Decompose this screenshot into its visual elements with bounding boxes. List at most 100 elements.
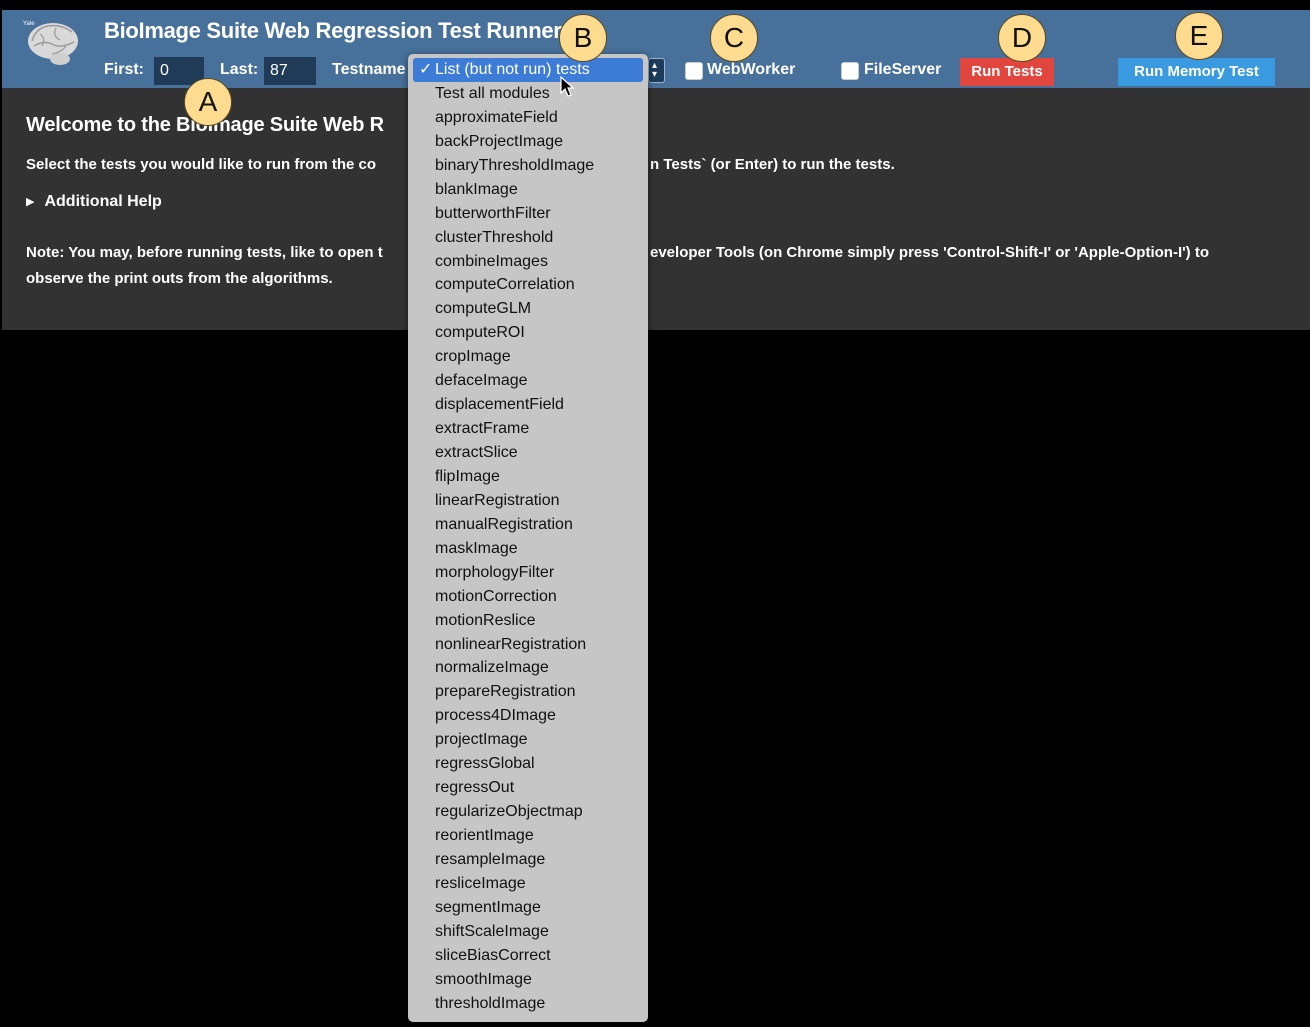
dropdown-option-label: reorientImage [435,827,534,844]
dropdown-option[interactable]: linearRegistration [408,489,648,513]
note-text-line2: observe the print outs from the algorith… [26,270,333,287]
dropdown-option-label: regressOut [435,779,515,797]
dropdown-option-label: combineImages [435,252,548,270]
annotation-badge-b: B [559,14,607,62]
dropdown-option[interactable]: regressGlobal [408,752,648,776]
dropdown-option-label: prepareRegistration [435,683,576,701]
intro-text-left: Select the tests you would like to run f… [26,156,377,173]
annotation-badge-a: A [184,78,232,126]
dropdown-option-label: defaceImage [435,372,528,390]
dropdown-option[interactable]: computeROI [408,321,648,345]
dropdown-option-label: shiftScaleImage [435,922,549,940]
webworker-checkbox[interactable] [685,62,703,80]
dropdown-option[interactable]: computeGLM [408,297,648,321]
dropdown-option-label: butterworthFilter [435,204,551,222]
dropdown-option[interactable]: clusterThreshold [408,226,648,250]
dropdown-option-label: nonlinearRegistration [435,635,587,653]
dropdown-option[interactable]: nonlinearRegistration [408,633,648,657]
note-text-left: Note: You may, before running tests, lik… [26,244,383,261]
dropdown-option[interactable]: segmentImage [408,896,648,920]
annotation-badge-c: C [710,14,758,62]
run-memory-test-button[interactable]: Run Memory Test [1118,58,1275,86]
fileserver-label: FileServer [864,61,942,78]
dropdown-option[interactable]: approximateField [408,106,648,130]
dropdown-option-label: displacementField [435,396,564,414]
dropdown-option-label: motionReslice [435,611,536,629]
dropdown-option[interactable]: process4DImage [408,704,648,728]
dropdown-option[interactable]: ✓ List (but not run) tests [413,58,643,82]
dropdown-option[interactable]: cropImage [408,345,648,369]
dropdown-option[interactable]: flipImage [408,465,648,489]
dropdown-option[interactable]: sliceBiasCorrect [408,944,648,968]
dropdown-option-label: extractSlice [435,444,518,461]
dropdown-option-label: linearRegistration [435,491,560,509]
dropdown-option-label: manualRegistration [435,515,573,533]
disclosure-triangle-icon: ▶ [26,196,35,208]
checkmark-icon: ✓ [419,61,433,78]
first-label: First: [104,61,144,78]
dropdown-option-label: extractFrame [435,420,530,438]
note-bold: Note: [26,244,65,261]
dropdown-option-label: binaryThresholdImage [435,156,595,174]
dropdown-option[interactable]: maskImage [408,537,648,561]
annotation-badge-d: D [998,14,1046,62]
dropdown-option[interactable]: extractFrame [408,417,648,441]
dropdown-option[interactable]: displacementField [408,393,648,417]
dropdown-option-label: normalizeImage [435,659,549,677]
dropdown-option[interactable]: regressOut [408,776,648,800]
dropdown-option-label: sliceBiasCorrect [435,946,551,964]
dropdown-option[interactable]: normalizeImage [408,656,648,680]
dropdown-option-label: computeROI [435,324,525,342]
webworker-label: WebWorker [707,61,796,78]
select-arrows-icon: ▴ ▾ [652,60,658,80]
dropdown-option[interactable]: projectImage [408,728,648,752]
dropdown-option[interactable]: thresholdImage [408,992,648,1016]
dropdown-option[interactable]: computeCorrelation [408,273,648,297]
dropdown-option-label: morphologyFilter [435,563,555,581]
testname-dropdown-menu: ✓ List (but not run) tests Test all module… [408,54,648,1022]
dropdown-option[interactable]: motionReslice [408,609,648,633]
additional-help-label: Additional Help [44,193,162,210]
dropdown-option[interactable]: blankImage [408,178,648,202]
run-tests-button[interactable]: Run Tests [960,58,1054,86]
dropdown-option[interactable]: resliceImage [408,872,648,896]
last-input[interactable] [264,57,316,85]
dropdown-option[interactable]: extractSlice [408,441,648,465]
note-body-left: You may, before running tests, like to o… [64,244,383,261]
dropdown-option[interactable]: motionCorrection [408,585,648,609]
yale-text: Yale [23,21,35,27]
dropdown-option-label: resliceImage [435,874,526,892]
dropdown-option-label: computeCorrelation [435,276,575,294]
note-text-right: eveloper Tools (on Chrome simply press '… [650,244,1209,261]
top-toolbar: Yale BioImage Suite Web Regression Test … [2,10,1310,88]
fileserver-checkbox[interactable] [841,62,859,80]
dropdown-option-label: smoothImage [435,970,532,988]
testname-select[interactable]: ▴ ▾ [648,58,665,83]
mouse-pointer-icon [560,76,575,97]
dropdown-option-label: backProjectImage [435,132,564,150]
dropdown-option[interactable]: resampleImage [408,848,648,872]
dropdown-option[interactable]: manualRegistration [408,513,648,537]
annotation-badge-e: E [1175,12,1223,60]
dropdown-option[interactable]: combineImages [408,250,648,274]
dropdown-option-label: blankImage [435,180,518,198]
dropdown-option[interactable]: Test all modules [408,82,648,106]
testname-label: Testname [332,61,406,78]
intro-text-right: n Tests` (or Enter) to run the tests. [650,156,895,173]
dropdown-option[interactable]: butterworthFilter [408,202,648,226]
dropdown-option[interactable]: shiftScaleImage [408,920,648,944]
dropdown-option[interactable]: smoothImage [408,968,648,992]
dropdown-option-label: flipImage [435,467,500,485]
dropdown-option[interactable]: prepareRegistration [408,680,648,704]
dropdown-option[interactable]: reorientImage [408,824,648,848]
last-label: Last: [220,61,259,78]
additional-help-toggle[interactable]: ▶ Additional Help [26,193,162,211]
dropdown-option[interactable]: morphologyFilter [408,561,648,585]
dropdown-option-label: motionCorrection [435,587,557,605]
dropdown-option[interactable]: regularizeObjectmap [408,800,648,824]
app-title: BioImage Suite Web Regression Test Runne… [104,18,562,43]
dropdown-option[interactable]: binaryThresholdImage [408,154,648,178]
dropdown-option[interactable]: defaceImage [408,369,648,393]
dropdown-option-label: approximateField [435,108,558,126]
dropdown-option[interactable]: backProjectImage [408,130,648,154]
